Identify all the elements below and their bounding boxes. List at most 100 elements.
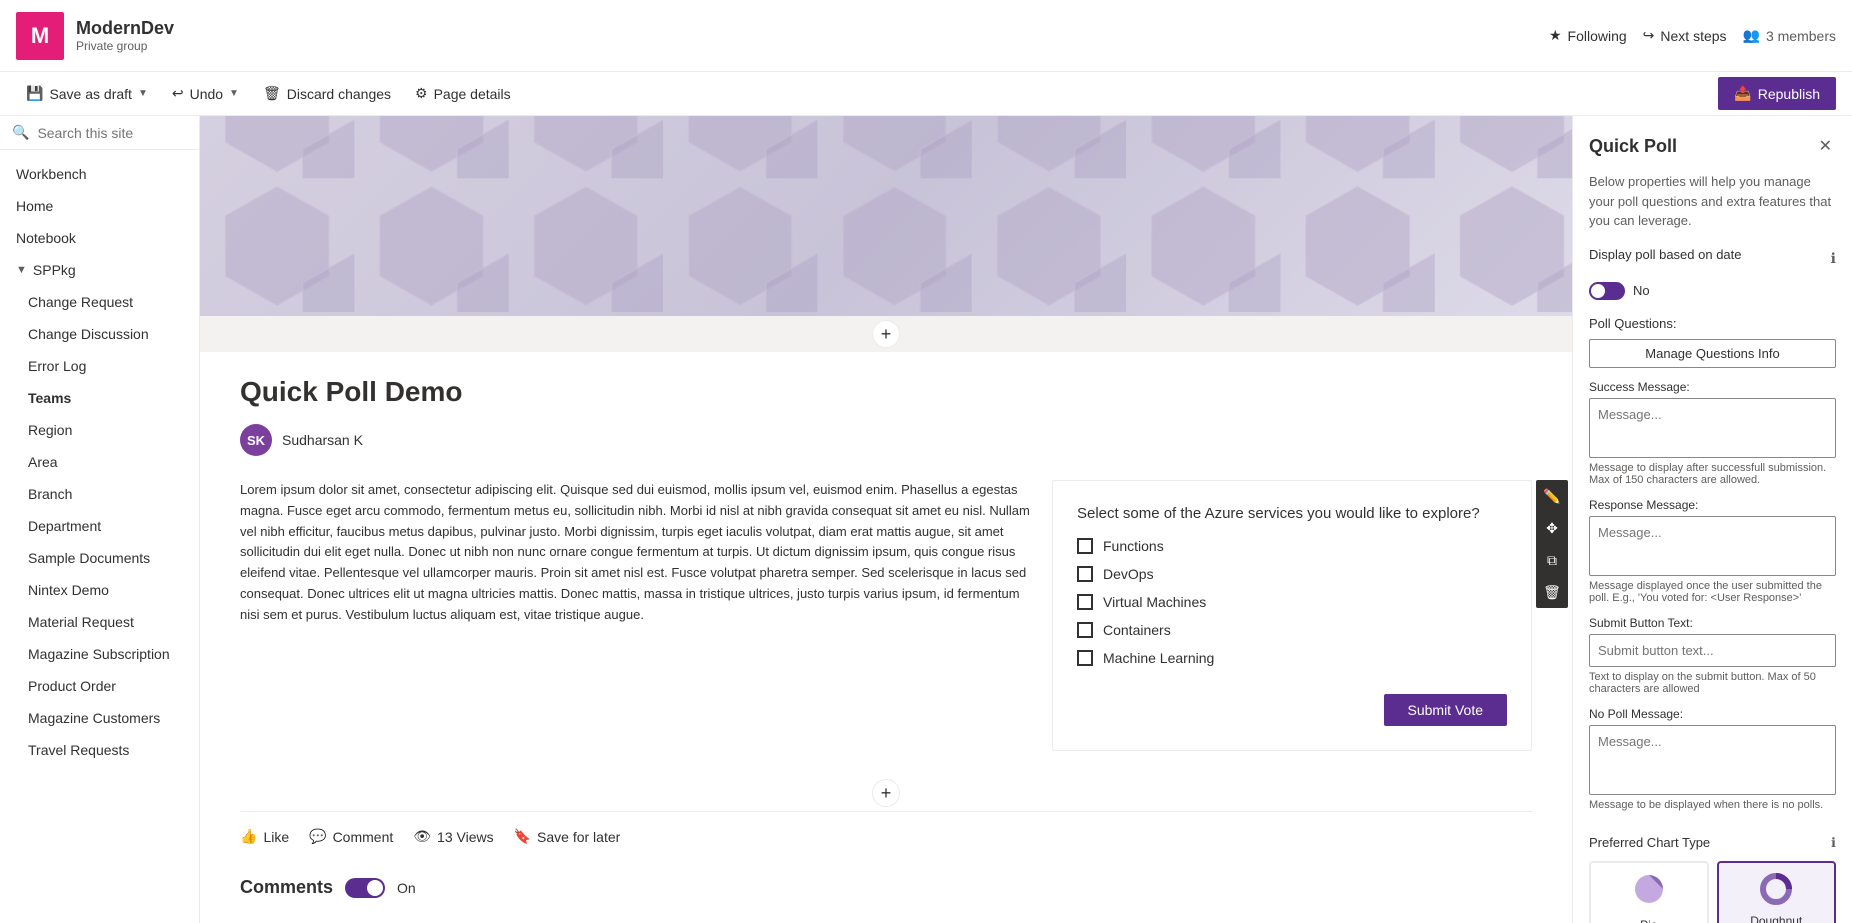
sidebar-item-area[interactable]: Area xyxy=(0,446,199,478)
sidebar-nav: Workbench Home Notebook ▼ SPPkg Change R… xyxy=(0,150,199,923)
success-message-input[interactable] xyxy=(1589,398,1836,458)
site-subtitle: Private group xyxy=(76,39,174,53)
sidebar-item-travel-requests[interactable]: Travel Requests xyxy=(0,734,199,766)
qp-close-button[interactable]: ✕ xyxy=(1815,132,1836,160)
like-icon: 👍 xyxy=(240,828,257,845)
save-draft-button[interactable]: 💾 Save as draft ▼ xyxy=(16,79,158,108)
author-row: SK Sudharsan K xyxy=(240,424,1532,456)
response-message-label: Response Message: xyxy=(1589,498,1836,512)
display-date-toggle[interactable] xyxy=(1589,282,1625,300)
poll-option-functions[interactable]: Functions xyxy=(1077,538,1507,554)
sidebar-item-branch[interactable]: Branch xyxy=(0,478,199,510)
page-details-button[interactable]: ⚙ Page details xyxy=(405,79,521,108)
submit-button-text-input[interactable] xyxy=(1589,634,1836,667)
page-body: Quick Poll Demo SK Sudharsan K ✏️ ✥ ⧉ 🗑 xyxy=(200,352,1572,923)
save-dropdown-icon: ▼ xyxy=(138,88,148,99)
response-message-hint: Message displayed once the user submitte… xyxy=(1589,580,1836,604)
undo-button[interactable]: ↩ Undo ▼ xyxy=(162,79,249,108)
display-date-info-icon[interactable]: ℹ xyxy=(1831,250,1836,267)
duplicate-webpart-button[interactable]: ⧉ xyxy=(1536,544,1568,576)
discard-button[interactable]: 🗑 Discard changes xyxy=(253,79,401,108)
sidebar-item-department[interactable]: Department xyxy=(0,510,199,542)
add-section-top-button[interactable]: + xyxy=(872,320,900,348)
sidebar-item-home[interactable]: Home xyxy=(0,190,199,222)
comment-button[interactable]: 💬 Comment xyxy=(309,828,393,845)
no-poll-message-label: No Poll Message: xyxy=(1589,707,1836,721)
submit-button-text-label: Submit Button Text: xyxy=(1589,616,1836,630)
chart-type-info-icon[interactable]: ℹ xyxy=(1831,835,1836,851)
sidebar-item-error-log[interactable]: Error Log xyxy=(0,350,199,382)
sidebar-item-nintex-demo[interactable]: Nintex Demo xyxy=(0,574,199,606)
page-title: Quick Poll Demo xyxy=(240,376,1532,408)
chart-types-row1: Pie Doughnut xyxy=(1589,861,1836,923)
search-input[interactable] xyxy=(37,125,200,141)
display-date-label: Display poll based on date xyxy=(1589,247,1742,262)
republish-button[interactable]: 📤 Republish xyxy=(1718,77,1836,110)
sidebar-item-workbench[interactable]: Workbench xyxy=(0,158,199,190)
webpart-toolbar: ✏️ ✥ ⧉ 🗑 xyxy=(1536,480,1568,608)
comments-section: Comments On xyxy=(240,861,1532,922)
sidebar: 🔍 Workbench Home Notebook ▼ SPPkg Change… xyxy=(0,116,200,923)
response-message-input[interactable] xyxy=(1589,516,1836,576)
poll-option-virtual-machines[interactable]: Virtual Machines xyxy=(1077,594,1507,610)
undo-dropdown-icon: ▼ xyxy=(229,88,239,99)
save-icon: 💾 xyxy=(26,85,43,102)
pie-chart-icon xyxy=(1633,873,1665,912)
hero-pattern xyxy=(200,116,1572,316)
sidebar-item-sample-documents[interactable]: Sample Documents xyxy=(0,542,199,574)
next-steps-button[interactable]: ↪ Next steps xyxy=(1643,27,1727,44)
author-name: Sudharsan K xyxy=(282,432,363,448)
comments-toggle-knob xyxy=(367,880,383,896)
header-actions: ★ Following ↪ Next steps 👥 3 members xyxy=(1549,27,1836,44)
sidebar-item-region[interactable]: Region xyxy=(0,414,199,446)
move-webpart-button[interactable]: ✥ xyxy=(1536,512,1568,544)
display-date-toggle-knob xyxy=(1591,284,1605,298)
webpart-container: ✏️ ✥ ⧉ 🗑 Lorem ipsum dolor sit amet, con… xyxy=(240,480,1532,751)
people-icon: 👥 xyxy=(1743,27,1760,44)
edit-webpart-button[interactable]: ✏️ xyxy=(1536,480,1568,512)
bookmark-icon: 🔖 xyxy=(514,828,531,845)
arrow-icon: ↪ xyxy=(1643,27,1655,44)
add-section-bottom-button[interactable]: + xyxy=(872,779,900,807)
sidebar-item-teams[interactable]: Teams xyxy=(0,382,199,414)
qp-description: Below properties will help you manage yo… xyxy=(1589,172,1836,231)
save-later-button[interactable]: 🔖 Save for later xyxy=(514,828,621,845)
no-poll-message-input[interactable] xyxy=(1589,725,1836,795)
sidebar-item-change-discussion[interactable]: Change Discussion xyxy=(0,318,199,350)
comments-toggle[interactable] xyxy=(345,878,385,898)
page-hero xyxy=(200,116,1572,316)
publish-icon: 📤 xyxy=(1734,85,1751,102)
sidebar-item-change-request[interactable]: Change Request xyxy=(0,286,199,318)
following-button[interactable]: ★ Following xyxy=(1549,27,1627,44)
comments-header: Comments On xyxy=(240,877,1532,898)
delete-webpart-button[interactable]: 🗑 xyxy=(1536,576,1568,608)
manage-questions-button[interactable]: Manage Questions Info xyxy=(1589,339,1836,368)
chart-type-doughnut[interactable]: Doughnut xyxy=(1717,861,1837,923)
poll-checkbox-containers[interactable] xyxy=(1077,622,1093,638)
like-button[interactable]: 👍 Like xyxy=(240,828,289,845)
undo-icon: ↩ xyxy=(172,85,184,102)
poll-checkbox-functions[interactable] xyxy=(1077,538,1093,554)
doughnut-chart-icon xyxy=(1760,873,1792,908)
text-webpart: Lorem ipsum dolor sit amet, consectetur … xyxy=(240,480,1052,751)
page-footer: 👍 Like 💬 Comment 👁 13 Views 🔖 Save for l… xyxy=(240,811,1532,861)
poll-checkbox-virtual-machines[interactable] xyxy=(1077,594,1093,610)
success-message-hint: Message to display after successfull sub… xyxy=(1589,462,1836,486)
poll-submit-button[interactable]: Submit Vote xyxy=(1384,694,1508,726)
qp-title: Quick Poll xyxy=(1589,136,1677,157)
poll-option-containers[interactable]: Containers xyxy=(1077,622,1507,638)
sidebar-item-magazine-customers[interactable]: Magazine Customers xyxy=(0,702,199,734)
poll-option-devops[interactable]: DevOps xyxy=(1077,566,1507,582)
chart-type-pie[interactable]: Pie xyxy=(1589,861,1709,923)
sidebar-item-notebook[interactable]: Notebook xyxy=(0,222,199,254)
poll-checkbox-devops[interactable] xyxy=(1077,566,1093,582)
sidebar-item-product-order[interactable]: Product Order xyxy=(0,670,199,702)
poll-checkbox-machine-learning[interactable] xyxy=(1077,650,1093,666)
site-logo: M xyxy=(16,12,64,60)
sidebar-item-material-request[interactable]: Material Request xyxy=(0,606,199,638)
author-avatar: SK xyxy=(240,424,272,456)
sidebar-item-magazine-subscription[interactable]: Magazine Subscription xyxy=(0,638,199,670)
poll-option-machine-learning[interactable]: Machine Learning xyxy=(1077,650,1507,666)
submit-button-text-hint: Text to display on the submit button. Ma… xyxy=(1589,671,1836,695)
sidebar-item-sppkg[interactable]: ▼ SPPkg xyxy=(0,254,199,286)
